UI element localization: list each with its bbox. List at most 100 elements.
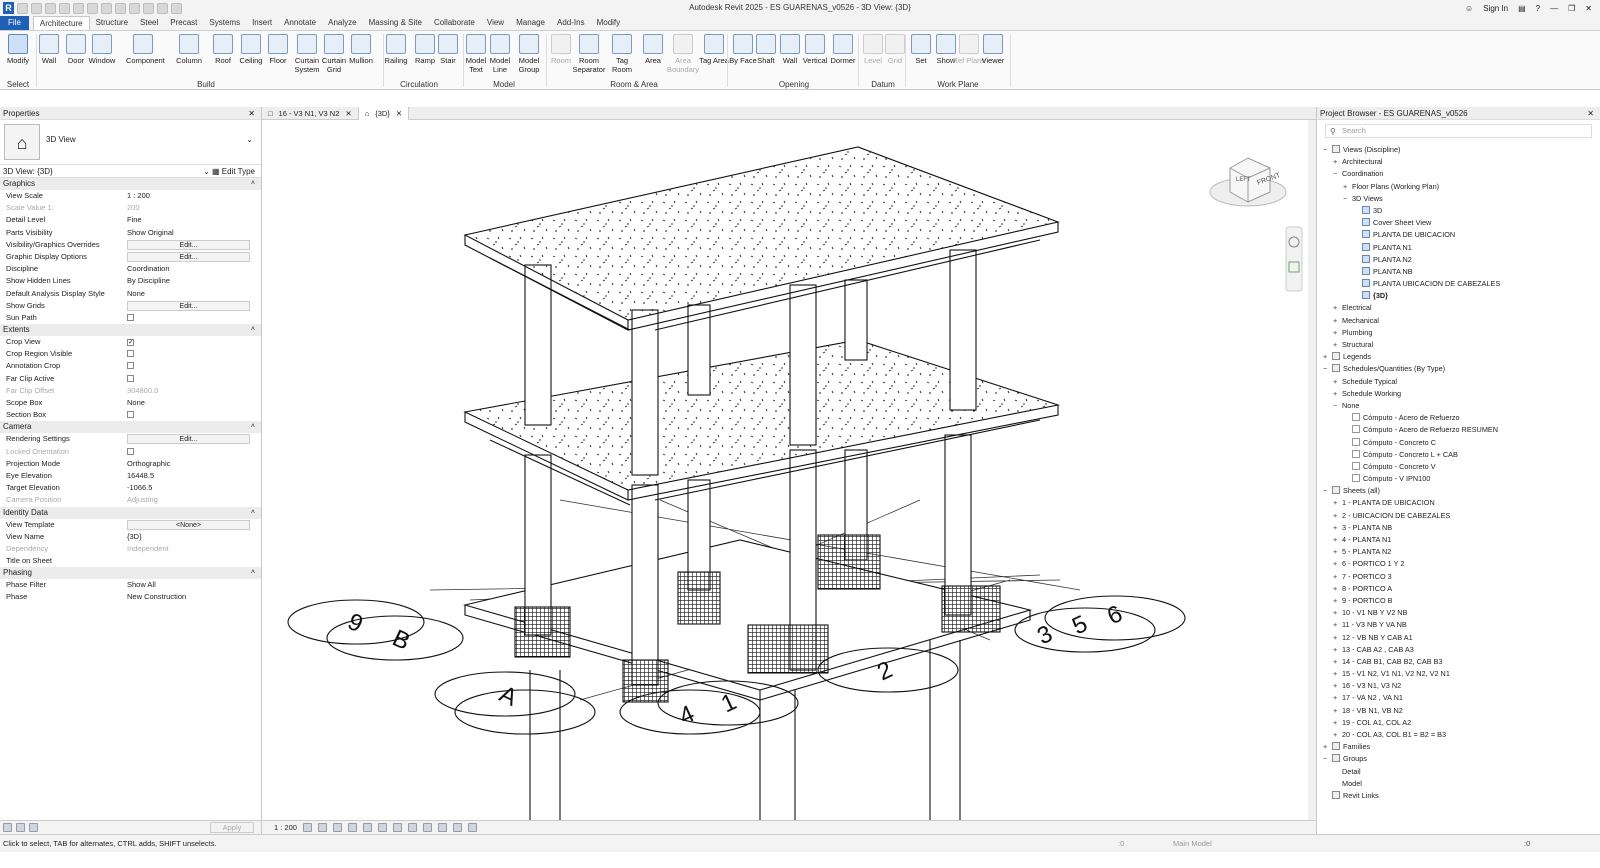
expand-icon[interactable]: + bbox=[1333, 619, 1342, 631]
expand-icon[interactable]: + bbox=[1333, 546, 1342, 558]
prop-value[interactable] bbox=[127, 348, 251, 361]
shadows-icon[interactable] bbox=[347, 823, 357, 832]
user-icon[interactable]: ☺ bbox=[1465, 4, 1473, 13]
room-separator-button[interactable]: Room Separator bbox=[572, 34, 606, 74]
save-icon[interactable] bbox=[31, 2, 42, 14]
expand-icon[interactable]: + bbox=[1333, 156, 1342, 168]
collapse-icon[interactable]: − bbox=[1323, 363, 1332, 375]
expand-icon[interactable]: + bbox=[1333, 510, 1342, 522]
browser-node-c-mputo-concreto-c[interactable]: Cómputo - Concreto C bbox=[1317, 437, 1600, 449]
view-tab[interactable]: ⌂ {3D} ✕ bbox=[358, 107, 410, 120]
browser-node-revit-links[interactable]: Revit Links bbox=[1317, 790, 1600, 802]
browser-node-8-portico-a[interactable]: +8 - PORTICO A bbox=[1317, 583, 1600, 595]
browser-node-c-mputo-acero-de-refuerzo-resumen[interactable]: Cómputo - Acero de Refuerzo RESUMEN bbox=[1317, 424, 1600, 436]
main-model-selector[interactable]: Main Model bbox=[1173, 835, 1212, 853]
collapse-icon[interactable]: − bbox=[1323, 485, 1332, 497]
browser-node-schedule-typical[interactable]: + Schedule Typical bbox=[1317, 376, 1600, 388]
expand-icon[interactable]: + bbox=[1333, 705, 1342, 717]
prop-value[interactable]: Edit... bbox=[127, 300, 251, 311]
browser-node-cover-sheet-view[interactable]: Cover Sheet View bbox=[1317, 217, 1600, 229]
browser-node-12-vb-nb-y-cab-a1[interactable]: +12 - VB NB Y CAB A1 bbox=[1317, 632, 1600, 644]
browser-node-none[interactable]: − None bbox=[1317, 400, 1600, 412]
checkbox[interactable] bbox=[127, 362, 134, 370]
expand-icon[interactable]: + bbox=[1333, 534, 1342, 546]
browser-node-3-planta-nb[interactable]: +3 - PLANTA NB bbox=[1317, 522, 1600, 534]
modify-button[interactable]: Modify bbox=[1, 34, 35, 65]
checkbox[interactable] bbox=[127, 374, 134, 382]
tab-add-ins[interactable]: Add-Ins bbox=[551, 16, 591, 30]
prop-value[interactable]: 16448.5 bbox=[127, 470, 251, 482]
browser-node-architectural[interactable]: + Architectural bbox=[1317, 156, 1600, 168]
browser-node-legends[interactable]: + Legends bbox=[1317, 351, 1600, 363]
browser-node-11-v3-nb-y-va-nb[interactable]: +11 - V3 NB Y VA NB bbox=[1317, 619, 1600, 631]
type-selector[interactable]: ⌂ 3D View ⌄ bbox=[0, 120, 261, 165]
prop-value[interactable]: ✓ bbox=[127, 336, 251, 348]
prop-value[interactable]: <None> bbox=[127, 519, 251, 530]
area-boundary-button[interactable]: Area Boundary bbox=[666, 34, 700, 74]
expand-icon[interactable]: + bbox=[1323, 741, 1332, 753]
expand-icon[interactable]: + bbox=[1333, 302, 1342, 314]
dimension-icon[interactable] bbox=[115, 2, 126, 14]
vertical-scrollbar[interactable] bbox=[1308, 120, 1316, 820]
tab-file[interactable]: File bbox=[0, 16, 29, 30]
sun-path-icon[interactable] bbox=[332, 823, 342, 832]
browser-node-coordination[interactable]: − Coordination bbox=[1317, 168, 1600, 180]
expand-icon[interactable]: + bbox=[1333, 376, 1342, 388]
search-input[interactable]: ⚲ Search bbox=[1325, 124, 1592, 138]
panel-room-area[interactable]: Room & Area bbox=[594, 80, 674, 89]
prop-value[interactable]: None bbox=[127, 397, 251, 409]
tab-modify[interactable]: Modify bbox=[591, 16, 627, 30]
instance-selector[interactable]: 3D View: {3D} ⌄ ▦ Edit Type bbox=[0, 165, 261, 178]
mullion-button[interactable]: Mullion bbox=[344, 34, 378, 65]
expand-icon[interactable]: + bbox=[1323, 351, 1332, 363]
expand-icon[interactable]: + bbox=[1333, 571, 1342, 583]
close-icon[interactable]: ✕ bbox=[248, 107, 255, 120]
measure-icon[interactable] bbox=[101, 2, 112, 14]
minimize-button[interactable]: — bbox=[1550, 4, 1558, 13]
browser-node-10-v1-nb-y-v2-nb[interactable]: +10 - V1 NB Y V2 NB bbox=[1317, 607, 1600, 619]
prop-value[interactable] bbox=[127, 409, 251, 422]
browser-node-schedules-quantities-by-type[interactable]: − Schedules/Quantities (By Type) bbox=[1317, 363, 1600, 375]
edit-button[interactable]: Edit... bbox=[127, 300, 250, 311]
close-icon[interactable]: ✕ bbox=[396, 107, 402, 120]
viewer-button[interactable]: Viewer bbox=[976, 34, 1010, 65]
view-tab[interactable]: □ 16 - V3 N1, V3 N2 ✕ bbox=[262, 107, 359, 120]
expand-icon[interactable]: + bbox=[1333, 607, 1342, 619]
expand-icon[interactable]: + bbox=[1333, 558, 1342, 570]
tab-architecture[interactable]: Architecture bbox=[32, 16, 90, 30]
panel-work-plane[interactable]: Work Plane bbox=[918, 80, 998, 89]
prop-value[interactable]: Edit... bbox=[127, 433, 251, 445]
expand-icon[interactable]: + bbox=[1343, 181, 1352, 193]
print-icon[interactable] bbox=[87, 2, 98, 14]
highlight-displacement-icon[interactable] bbox=[467, 823, 477, 832]
group-phasing[interactable]: Phasing ˄ bbox=[0, 567, 261, 580]
browser-node-c-mputo-concreto-v[interactable]: Cómputo - Concreto V bbox=[1317, 461, 1600, 473]
close-icon[interactable]: ✕ bbox=[1587, 107, 1594, 120]
revit-logo[interactable]: R bbox=[3, 2, 14, 14]
browser-node-3d-views[interactable]: −3D Views bbox=[1317, 193, 1600, 205]
browser-node-6-portico-1-y-2[interactable]: +6 - PORTICO 1 Y 2 bbox=[1317, 558, 1600, 570]
expand-icon[interactable]: + bbox=[1333, 522, 1342, 534]
redo-icon[interactable] bbox=[73, 2, 84, 14]
expand-icon[interactable]: + bbox=[1333, 656, 1342, 668]
prop-value[interactable]: New Construction bbox=[127, 591, 251, 603]
expand-icon[interactable]: + bbox=[1333, 717, 1342, 729]
browser-node-planta-n2[interactable]: PLANTA N2 bbox=[1317, 254, 1600, 266]
group-identity-data[interactable]: Identity Data ˄ bbox=[0, 506, 261, 519]
group-graphics[interactable]: Graphics ˄ bbox=[0, 178, 261, 190]
checkbox[interactable] bbox=[127, 350, 134, 358]
help-icon[interactable]: ? bbox=[1536, 4, 1540, 13]
prop-value[interactable]: Show All bbox=[127, 579, 251, 591]
view-cube[interactable]: FRONT LEFT bbox=[1209, 157, 1287, 207]
area-button[interactable]: Area bbox=[636, 34, 670, 65]
collapse-icon[interactable]: − bbox=[1323, 753, 1332, 765]
restore-button[interactable]: ❐ bbox=[1568, 4, 1575, 13]
browser-node-planta-n1[interactable]: PLANTA N1 bbox=[1317, 242, 1600, 254]
navigation-bar[interactable] bbox=[1285, 226, 1303, 292]
browser-node-16-v3-n1-v3-n2[interactable]: +16 - V3 N1, V3 N2 bbox=[1317, 680, 1600, 692]
browser-node-groups[interactable]: − Groups bbox=[1317, 753, 1600, 765]
browser-node-c-mputo-concreto-l-cab[interactable]: Cómputo - Concreto L + CAB bbox=[1317, 449, 1600, 461]
expand-icon[interactable]: + bbox=[1333, 339, 1342, 351]
group-camera[interactable]: Camera ˄ bbox=[0, 421, 261, 434]
prop-value[interactable]: -1066.5 bbox=[127, 482, 251, 494]
